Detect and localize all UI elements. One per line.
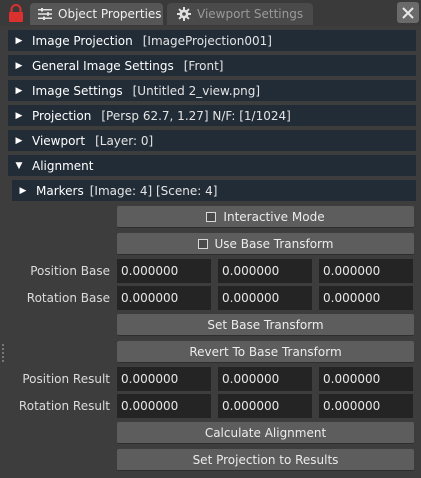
rotation-result-z-field[interactable]: 0.000000 bbox=[319, 394, 413, 418]
section-title: General Image Settings bbox=[32, 58, 174, 73]
section-general-image-settings[interactable]: ▶ General Image Settings [Front] bbox=[8, 55, 416, 76]
section-image-projection[interactable]: ▶ Image Projection [ImageProjection001] bbox=[8, 30, 416, 51]
rotation-result-label: Rotation Result bbox=[18, 399, 110, 413]
tab-viewport-settings[interactable]: Viewport Settings bbox=[167, 3, 313, 25]
interactive-mode-checkbox[interactable] bbox=[206, 211, 217, 222]
close-button[interactable] bbox=[397, 2, 419, 23]
section-title: Viewport bbox=[32, 133, 86, 148]
rotation-base-y-field[interactable]: 0.000000 bbox=[218, 286, 312, 310]
chevron-right-icon: ▶ bbox=[15, 110, 23, 121]
position-result-z-field[interactable]: 0.000000 bbox=[319, 367, 413, 391]
position-result-label: Position Result bbox=[22, 372, 110, 386]
rotation-result-x-field[interactable]: 0.000000 bbox=[117, 394, 211, 418]
set-base-transform-button[interactable]: Set Base Transform bbox=[117, 314, 414, 336]
lock-icon[interactable] bbox=[6, 3, 26, 23]
tab-bar: Object Properties Viewport Settings bbox=[0, 0, 421, 26]
section-title: Alignment bbox=[32, 158, 94, 173]
section-value: [Layer: 0] bbox=[95, 133, 154, 148]
resize-grip[interactable] bbox=[2, 344, 5, 362]
position-base-label: Position Base bbox=[30, 264, 110, 278]
section-title: Markers bbox=[36, 183, 84, 198]
chevron-down-icon: ▼ bbox=[15, 160, 23, 171]
use-base-transform-label: Use Base Transform bbox=[214, 236, 334, 251]
position-result-x-field[interactable]: 0.000000 bbox=[117, 367, 211, 391]
position-base-x-field[interactable]: 0.000000 bbox=[117, 259, 211, 283]
rotation-base-x-field[interactable]: 0.000000 bbox=[117, 286, 211, 310]
interactive-mode-toggle[interactable]: Interactive Mode bbox=[117, 206, 414, 228]
gear-icon bbox=[177, 7, 191, 21]
section-alignment[interactable]: ▼ Alignment bbox=[8, 155, 416, 176]
tab-object-properties-label: Object Properties bbox=[58, 7, 162, 21]
use-base-transform-toggle[interactable]: Use Base Transform bbox=[117, 233, 414, 255]
section-markers[interactable]: ▶ Markers [Image: 4] [Scene: 4] bbox=[12, 180, 416, 201]
position-base-y-field[interactable]: 0.000000 bbox=[218, 259, 312, 283]
rotation-result-y-field[interactable]: 0.000000 bbox=[218, 394, 312, 418]
section-value: [Untitled 2_view.png] bbox=[132, 83, 261, 98]
chevron-right-icon: ▶ bbox=[15, 35, 23, 46]
section-title: Image Settings bbox=[32, 83, 123, 98]
section-title: Projection bbox=[32, 108, 92, 123]
tab-object-properties[interactable]: Object Properties bbox=[30, 3, 163, 25]
section-projection[interactable]: ▶ Projection [Persp 62.7, 1.27] N/F: [1/… bbox=[8, 105, 416, 126]
chevron-right-icon: ▶ bbox=[15, 85, 23, 96]
section-image-settings[interactable]: ▶ Image Settings [Untitled 2_view.png] bbox=[8, 80, 416, 101]
rotation-base-label: Rotation Base bbox=[26, 291, 110, 305]
tab-viewport-settings-label: Viewport Settings bbox=[197, 7, 304, 21]
chevron-right-icon: ▶ bbox=[19, 185, 27, 196]
position-base-z-field[interactable]: 0.000000 bbox=[319, 259, 413, 283]
section-value: [Persp 62.7, 1.27] N/F: [1/1024] bbox=[101, 108, 291, 123]
rotation-base-z-field[interactable]: 0.000000 bbox=[319, 286, 413, 310]
interactive-mode-label: Interactive Mode bbox=[223, 209, 325, 224]
section-viewport[interactable]: ▶ Viewport [Layer: 0] bbox=[8, 130, 416, 151]
set-projection-to-results-button[interactable]: Set Projection to Results bbox=[117, 449, 414, 471]
calculate-alignment-button[interactable]: Calculate Alignment bbox=[117, 422, 414, 444]
position-result-y-field[interactable]: 0.000000 bbox=[218, 367, 312, 391]
section-title: Image Projection bbox=[32, 33, 133, 48]
section-value: [Image: 4] [Scene: 4] bbox=[89, 183, 218, 198]
section-value: [ImageProjection001] bbox=[142, 33, 272, 48]
chevron-right-icon: ▶ bbox=[15, 135, 23, 146]
revert-to-base-transform-button[interactable]: Revert To Base Transform bbox=[117, 341, 414, 363]
section-value: [Front] bbox=[183, 58, 224, 73]
use-base-transform-checkbox[interactable] bbox=[197, 238, 208, 249]
chevron-right-icon: ▶ bbox=[15, 60, 23, 71]
sliders-icon bbox=[38, 8, 52, 20]
close-icon bbox=[402, 6, 414, 19]
